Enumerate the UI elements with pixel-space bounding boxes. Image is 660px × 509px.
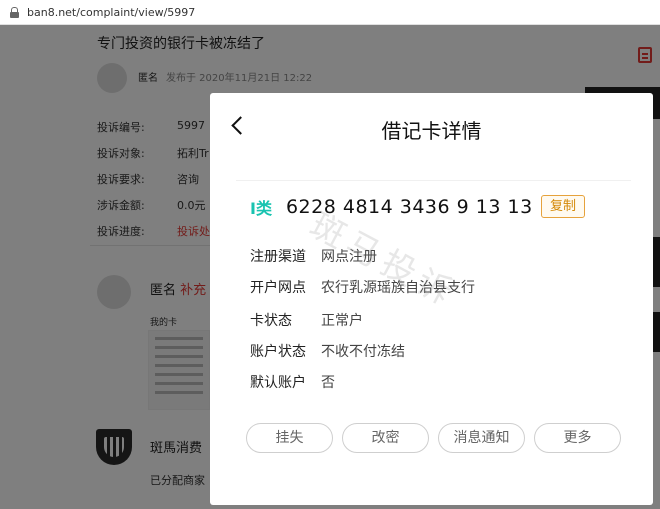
detail-label: 默认账户 — [250, 375, 306, 391]
card-type-badge: I类 — [250, 199, 272, 218]
detail-row: 账户状态 不收不付冻结 — [250, 341, 405, 361]
detail-row: 默认账户 否 — [250, 372, 335, 392]
detail-label: 卡状态 — [250, 313, 292, 329]
detail-label: 账户状态 — [250, 344, 306, 360]
address-bar[interactable]: ban8.net/complaint/view/5997 — [0, 0, 660, 25]
modal-title: 借记卡详情 — [381, 119, 482, 143]
detail-row: 卡状态 正常户 — [250, 310, 363, 330]
detail-value: 正常户 — [321, 313, 363, 329]
change-password-button[interactable]: 改密 — [342, 423, 429, 453]
action-bar: 挂失 改密 消息通知 更多 — [246, 423, 621, 453]
copy-button[interactable]: 复制 — [541, 195, 585, 218]
detail-label: 开户网点 — [250, 280, 306, 296]
report-loss-button[interactable]: 挂失 — [246, 423, 333, 453]
more-button[interactable]: 更多 — [534, 423, 621, 453]
lock-icon — [10, 6, 19, 18]
detail-label: 注册渠道 — [250, 249, 306, 265]
edge-thumbnail — [653, 312, 660, 352]
detail-value: 否 — [321, 375, 335, 391]
notification-button[interactable]: 消息通知 — [438, 423, 525, 453]
detail-value: 不收不付冻结 — [321, 344, 405, 360]
url-text[interactable]: ban8.net/complaint/view/5997 — [27, 6, 195, 19]
card-detail-modal: 借记卡详情 I类 6228 4814 3436 9 13 13 复制 注册渠道 … — [210, 93, 653, 505]
card-number-row: I类 6228 4814 3436 9 13 13 — [250, 195, 533, 219]
edge-thumbnail — [653, 237, 660, 287]
divider — [236, 180, 631, 181]
